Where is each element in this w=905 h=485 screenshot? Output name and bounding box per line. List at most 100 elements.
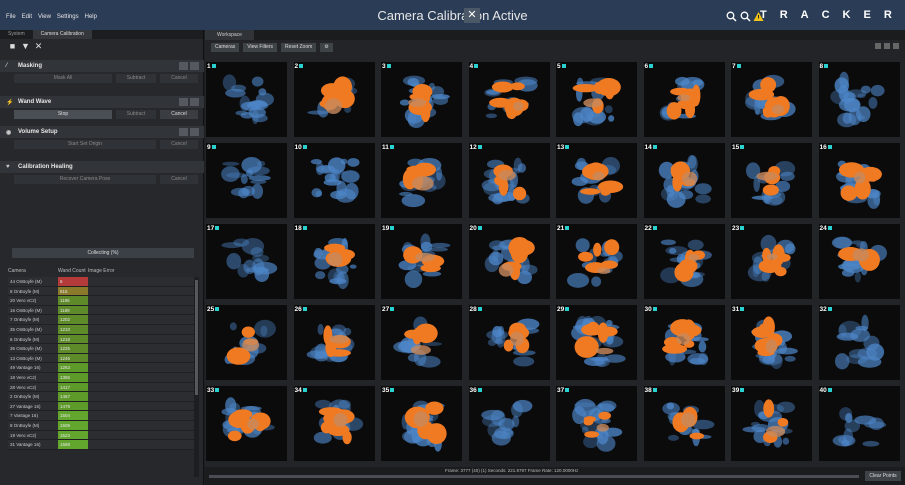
wrench-icon[interactable] — [179, 62, 188, 70]
table-row[interactable]: 7 Vantage 16) 1504 — [8, 411, 194, 421]
column-image-error[interactable]: Image Error — [88, 268, 114, 276]
cancel-button[interactable]: Cancel — [160, 175, 198, 184]
camera-tile[interactable]: 12 — [468, 143, 550, 218]
recover-camera-pose-button[interactable]: Recover Camera Pose — [14, 175, 156, 184]
table-row[interactable]: 27 Vantage 16) 1479 — [8, 401, 194, 412]
help-icon[interactable] — [190, 128, 199, 136]
save-icon[interactable]: ▼ — [21, 41, 30, 51]
camera-tile[interactable]: 38 — [643, 386, 725, 461]
subtract-button[interactable]: Subtract — [116, 110, 156, 119]
list-view-icon[interactable] — [884, 43, 890, 49]
table-row[interactable]: 35 OnBoyfe (M) 1210 — [8, 324, 194, 335]
camera-tile[interactable]: 5 — [556, 62, 637, 137]
camera-table-scroll-thumb[interactable] — [195, 280, 198, 395]
calibration-healing-header[interactable]: ♥ Calibration Healing — [0, 161, 204, 173]
camera-tile[interactable]: 29 — [556, 305, 637, 380]
camera-tile[interactable]: 17 — [206, 224, 287, 299]
zoom-out-icon[interactable] — [740, 11, 751, 22]
camera-tile[interactable]: 18 — [293, 224, 375, 299]
camera-tile[interactable]: 25 — [206, 305, 287, 380]
table-row[interactable]: 16 OnBoyfe (M) 1189 — [8, 305, 194, 316]
wand-wave-header[interactable]: ⚡ Wand Wave — [0, 96, 204, 108]
camera-tile[interactable]: 11 — [381, 143, 462, 218]
help-icon[interactable] — [190, 98, 199, 106]
camera-tile[interactable]: 8 — [818, 62, 900, 137]
camera-tile[interactable]: 27 — [381, 305, 462, 380]
close-icon[interactable]: ✕ — [464, 8, 480, 23]
table-row[interactable]: 31 Vantage 16) 1588 — [8, 440, 194, 450]
camera-tile[interactable]: 3 — [381, 62, 462, 137]
reset-zoom-button[interactable]: Reset Zoom — [281, 42, 317, 52]
tab-workspace[interactable]: Workspace — [205, 30, 254, 40]
camera-tile[interactable]: 19 — [381, 224, 462, 299]
table-row[interactable]: 8 OnBoyfe (M) 1509 — [8, 420, 194, 431]
camera-tile[interactable]: 14 — [643, 143, 725, 218]
camera-tile[interactable]: 34 — [293, 386, 375, 461]
column-camera[interactable]: Camera — [8, 268, 58, 276]
camera-icon[interactable]: ■ — [8, 41, 17, 51]
camera-tile[interactable]: 33 — [206, 386, 287, 461]
table-row[interactable]: 18 Vero vC2) 1365 — [8, 372, 194, 383]
cancel-button[interactable]: Cancel — [160, 140, 198, 149]
grid-view-icon[interactable] — [875, 43, 881, 49]
table-row[interactable]: 28 Vero vC2) 1417 — [8, 382, 194, 393]
cancel-button[interactable]: Cancel — [160, 74, 198, 83]
camera-tile[interactable]: 31 — [731, 305, 812, 380]
close-icon[interactable]: ✕ — [34, 41, 43, 51]
column-wand-count[interactable]: Wand Count — [58, 268, 88, 276]
help-icon[interactable] — [190, 62, 199, 70]
camera-tile[interactable]: 30 — [643, 305, 725, 380]
zoom-in-icon[interactable] — [726, 11, 737, 22]
camera-tile[interactable]: 32 — [818, 305, 900, 380]
camera-tile[interactable]: 35 — [381, 386, 462, 461]
mask-all-button[interactable]: Mask All — [14, 74, 112, 83]
table-row[interactable]: 44 OnBoyfe (M) 6 — [8, 277, 194, 287]
wrench-icon[interactable] — [179, 98, 188, 106]
volume-setup-header[interactable]: ◉ Volume Setup — [0, 126, 204, 138]
camera-tile[interactable]: 22 — [643, 224, 725, 299]
table-row[interactable]: 13 OnBoyfe (M) 1246 — [8, 353, 194, 364]
close-view-icon[interactable] — [893, 43, 899, 49]
settings-icon[interactable]: ⚙ — [320, 42, 333, 52]
camera-tile[interactable]: 4 — [468, 62, 550, 137]
camera-tile[interactable]: 1 — [206, 62, 287, 137]
camera-tile[interactable]: 2 — [293, 62, 375, 137]
camera-tile[interactable]: 26 — [293, 305, 375, 380]
subtract-button[interactable]: Subtract — [116, 74, 156, 83]
camera-tile[interactable]: 6 — [643, 62, 725, 137]
stop-button[interactable]: Stop — [14, 110, 112, 119]
table-row[interactable]: 8 OnBoyfe (M) 816 — [8, 286, 194, 297]
table-row[interactable]: 49 Vantage 16) 1263 — [8, 363, 194, 373]
start-set-origin-button[interactable]: Start Set Origin — [14, 140, 156, 149]
camera-tile[interactable]: 21 — [556, 224, 637, 299]
cameras-dropdown[interactable]: Cameras — [211, 42, 240, 52]
camera-tile[interactable]: 9 — [206, 143, 287, 218]
masking-header[interactable]: ⁄ Masking — [0, 60, 204, 72]
camera-tile[interactable]: 20 — [468, 224, 550, 299]
camera-tile[interactable]: 24 — [818, 224, 900, 299]
clear-points-button[interactable]: Clear Points — [865, 471, 901, 481]
camera-tile[interactable]: 13 — [556, 143, 637, 218]
cancel-button[interactable]: Cancel — [160, 110, 198, 119]
table-row[interactable]: 7 OnBoyfe (M) 1202 — [8, 315, 194, 325]
table-row[interactable]: 2 OnBoyfe (M) 1467 — [8, 392, 194, 402]
tab-system[interactable]: System — [0, 30, 33, 39]
camera-tile[interactable]: 36 — [468, 386, 550, 461]
camera-tile[interactable]: 37 — [556, 386, 637, 461]
camera-tile[interactable]: 15 — [731, 143, 812, 218]
camera-tile[interactable]: 7 — [731, 62, 812, 137]
view-filters-button[interactable]: View Filters — [243, 42, 278, 52]
timeline-bar[interactable] — [209, 475, 859, 478]
camera-tile[interactable]: 23 — [731, 224, 812, 299]
camera-tile[interactable]: 40 — [818, 386, 900, 461]
camera-tile[interactable]: 16 — [818, 143, 900, 218]
camera-tile[interactable]: 39 — [731, 386, 812, 461]
table-row[interactable]: 36 OnBoyfe (M) 1225 — [8, 344, 194, 354]
wrench-icon[interactable] — [179, 128, 188, 136]
camera-tile[interactable]: 10 — [293, 143, 375, 218]
table-row[interactable]: 20 Vero vC2) 1186 — [8, 296, 194, 306]
table-row[interactable]: 6 OnBoyfe (M) 1218 — [8, 334, 194, 345]
tab-camera-calibration[interactable]: Camera Calibration — [32, 30, 92, 39]
table-row[interactable]: 19 Vero vC2) 1523 — [8, 430, 194, 441]
camera-tile[interactable]: 28 — [468, 305, 550, 380]
